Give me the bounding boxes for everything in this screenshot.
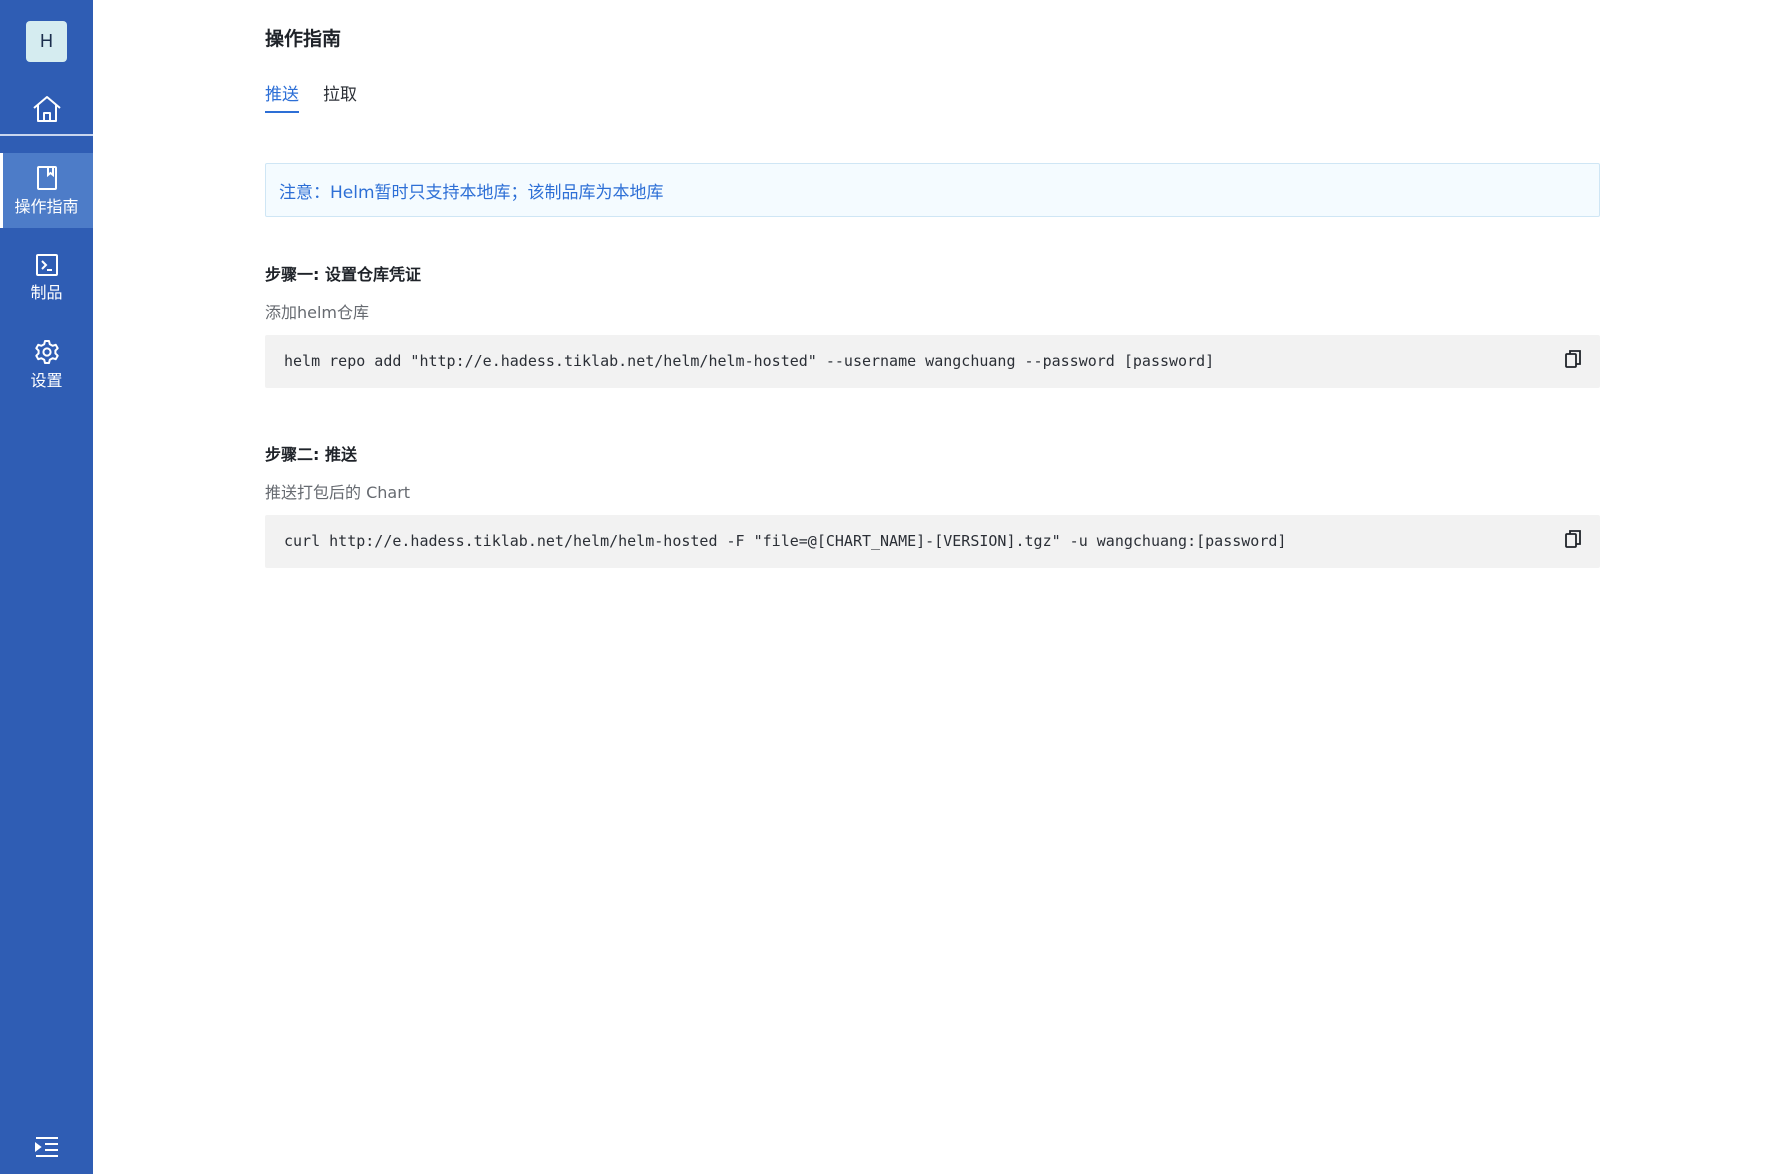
- terminal-icon: [35, 254, 58, 276]
- sidebar-item-guide[interactable]: 操作指南: [0, 153, 93, 228]
- app-logo[interactable]: H: [26, 21, 67, 62]
- gear-icon: [34, 340, 59, 364]
- home-button[interactable]: [0, 84, 93, 134]
- copy-icon: [1565, 530, 1581, 548]
- code-block: curl http://e.hadess.tiklab.net/helm/hel…: [265, 515, 1600, 568]
- copy-icon: [1565, 350, 1581, 368]
- sidebar-item-artifacts[interactable]: 制品: [0, 240, 93, 315]
- code-block: helm repo add "http://e.hadess.tiklab.ne…: [265, 335, 1600, 388]
- home-icon: [32, 96, 61, 122]
- command-text[interactable]: curl http://e.hadess.tiklab.net/helm/hel…: [284, 515, 1286, 568]
- tab-pull[interactable]: 拉取: [323, 80, 357, 113]
- step-title: 步骤二: 推送: [265, 445, 357, 464]
- notice-text: 注意：Helm暂时只支持本地库；该制品库为本地库: [279, 182, 664, 203]
- page-title: 操作指南: [265, 28, 342, 50]
- collapse-sidebar-button[interactable]: [33, 1134, 61, 1160]
- menu-indent-icon: [35, 1137, 58, 1157]
- tab-push[interactable]: 推送: [265, 80, 299, 113]
- step-description: 推送打包后的 Chart: [265, 483, 411, 502]
- command-text[interactable]: helm repo add "http://e.hadess.tiklab.ne…: [284, 335, 1214, 388]
- sidebar-item-label: 设置: [30, 371, 63, 390]
- main-content: 操作指南 推送 拉取 注意：Helm暂时只支持本地库；该制品库为本地库 步骤一:…: [93, 0, 1770, 1174]
- sidebar: H 操作指南 制品 设置: [0, 0, 93, 1174]
- sidebar-item-label: 操作指南: [14, 197, 79, 216]
- book-icon: [36, 166, 57, 190]
- guide-tabs: 推送 拉取: [265, 80, 381, 113]
- sidebar-divider: [0, 134, 93, 136]
- copy-button[interactable]: [1564, 529, 1582, 549]
- step-title: 步骤一: 设置仓库凭证: [265, 265, 421, 284]
- step-description: 添加helm仓库: [265, 303, 370, 322]
- notice-banner: 注意：Helm暂时只支持本地库；该制品库为本地库: [265, 163, 1600, 217]
- sidebar-item-label: 制品: [30, 283, 63, 302]
- sidebar-item-settings[interactable]: 设置: [0, 327, 93, 402]
- copy-button[interactable]: [1564, 349, 1582, 369]
